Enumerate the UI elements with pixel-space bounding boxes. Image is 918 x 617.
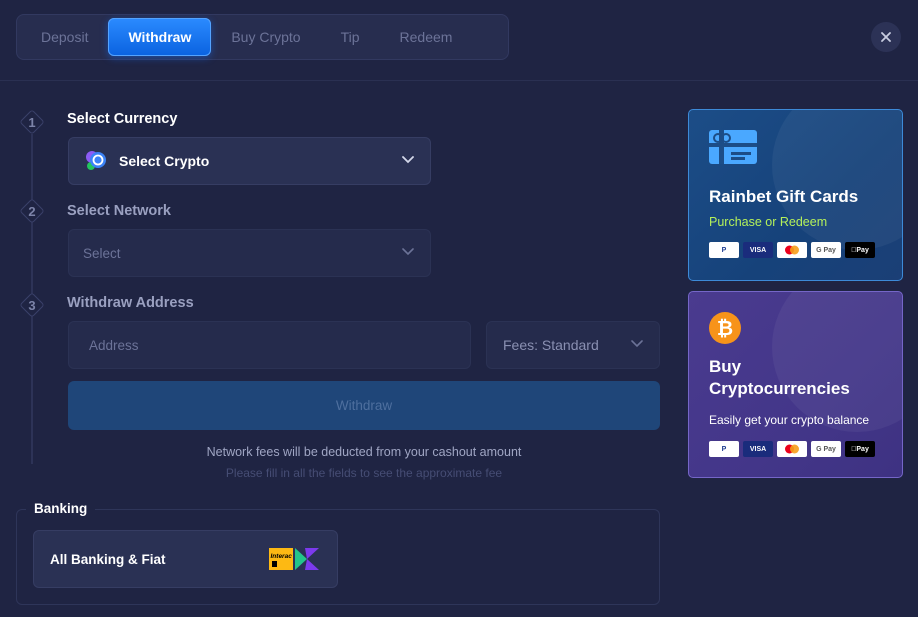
header-divider bbox=[0, 80, 918, 81]
tab-tip[interactable]: Tip bbox=[321, 18, 380, 56]
fees-select[interactable]: Fees: Standard bbox=[486, 321, 660, 369]
gift-cards-card[interactable]: Rainbet Gift Cards Purchase or Redeem P … bbox=[688, 109, 903, 281]
chevron-down-icon bbox=[402, 248, 414, 256]
tab-bar: Deposit Withdraw Buy Crypto Tip Redeem bbox=[16, 14, 509, 60]
gift-cards-subtitle: Purchase or Redeem bbox=[709, 215, 828, 229]
tab-redeem[interactable]: Redeem bbox=[380, 18, 473, 56]
payment-methods-row: P VISA G Pay Pay bbox=[709, 441, 875, 457]
mastercard-icon bbox=[777, 242, 807, 258]
currency-select-value: Select Crypto bbox=[119, 153, 210, 169]
payment-methods-row: P VISA G Pay Pay bbox=[709, 242, 875, 258]
network-select[interactable]: Select bbox=[68, 229, 431, 277]
fees-select-value: Fees: Standard bbox=[503, 337, 599, 353]
gift-card-icon bbox=[709, 130, 757, 164]
select-network-label: Select Network bbox=[67, 203, 171, 219]
step-1-marker: 1 bbox=[19, 109, 45, 135]
tab-buy-crypto[interactable]: Buy Crypto bbox=[211, 18, 320, 56]
chevron-down-icon bbox=[402, 156, 414, 164]
step-2-marker: 2 bbox=[19, 198, 45, 224]
buy-cryptocurrencies-card[interactable]: ₿ Buy Cryptocurrencies Easily get your c… bbox=[688, 291, 903, 478]
svg-text:₿: ₿ bbox=[717, 316, 733, 340]
bitcoin-icon: ₿ bbox=[709, 312, 741, 344]
fill-fields-note: Please fill in all the fields to see the… bbox=[225, 466, 503, 480]
banking-title: Banking bbox=[26, 501, 96, 516]
apple-pay-icon: Pay bbox=[845, 242, 875, 258]
paypal-icon: P bbox=[709, 441, 739, 457]
step-3-marker: 3 bbox=[19, 292, 45, 318]
chevron-down-icon bbox=[631, 340, 643, 348]
address-input[interactable] bbox=[68, 321, 471, 369]
network-fee-note: Network fees will be deducted from your … bbox=[206, 445, 522, 459]
buy-crypto-title-line2: Cryptocurrencies bbox=[709, 379, 850, 398]
network-select-value: Select bbox=[83, 245, 121, 261]
all-banking-fiat-button[interactable]: All Banking & Fiat Interac bbox=[33, 530, 338, 588]
currency-select[interactable]: Select Crypto bbox=[68, 137, 431, 185]
paypal-icon: P bbox=[709, 242, 739, 258]
withdraw-address-label: Withdraw Address bbox=[67, 295, 194, 311]
close-icon bbox=[881, 32, 891, 42]
withdraw-button[interactable]: Withdraw bbox=[68, 381, 660, 430]
google-pay-icon: G Pay bbox=[811, 242, 841, 258]
crypto-coins-icon bbox=[86, 151, 106, 170]
buy-crypto-title-line1: Buy bbox=[709, 357, 742, 376]
buy-crypto-subtitle: Easily get your crypto balance bbox=[709, 413, 870, 427]
tab-deposit[interactable]: Deposit bbox=[21, 18, 108, 56]
mastercard-icon bbox=[777, 441, 807, 457]
select-currency-label: Select Currency bbox=[67, 111, 178, 127]
interac-logo-icon: Interac bbox=[269, 548, 319, 570]
google-pay-icon: G Pay bbox=[811, 441, 841, 457]
visa-icon: VISA bbox=[743, 441, 773, 457]
apple-pay-icon: Pay bbox=[845, 441, 875, 457]
all-banking-fiat-label: All Banking & Fiat bbox=[50, 551, 166, 567]
svg-text:Interac: Interac bbox=[271, 553, 293, 560]
gift-cards-title: Rainbet Gift Cards bbox=[709, 187, 859, 206]
visa-icon: VISA bbox=[743, 242, 773, 258]
tab-withdraw[interactable]: Withdraw bbox=[108, 18, 212, 56]
close-button[interactable] bbox=[871, 22, 901, 52]
